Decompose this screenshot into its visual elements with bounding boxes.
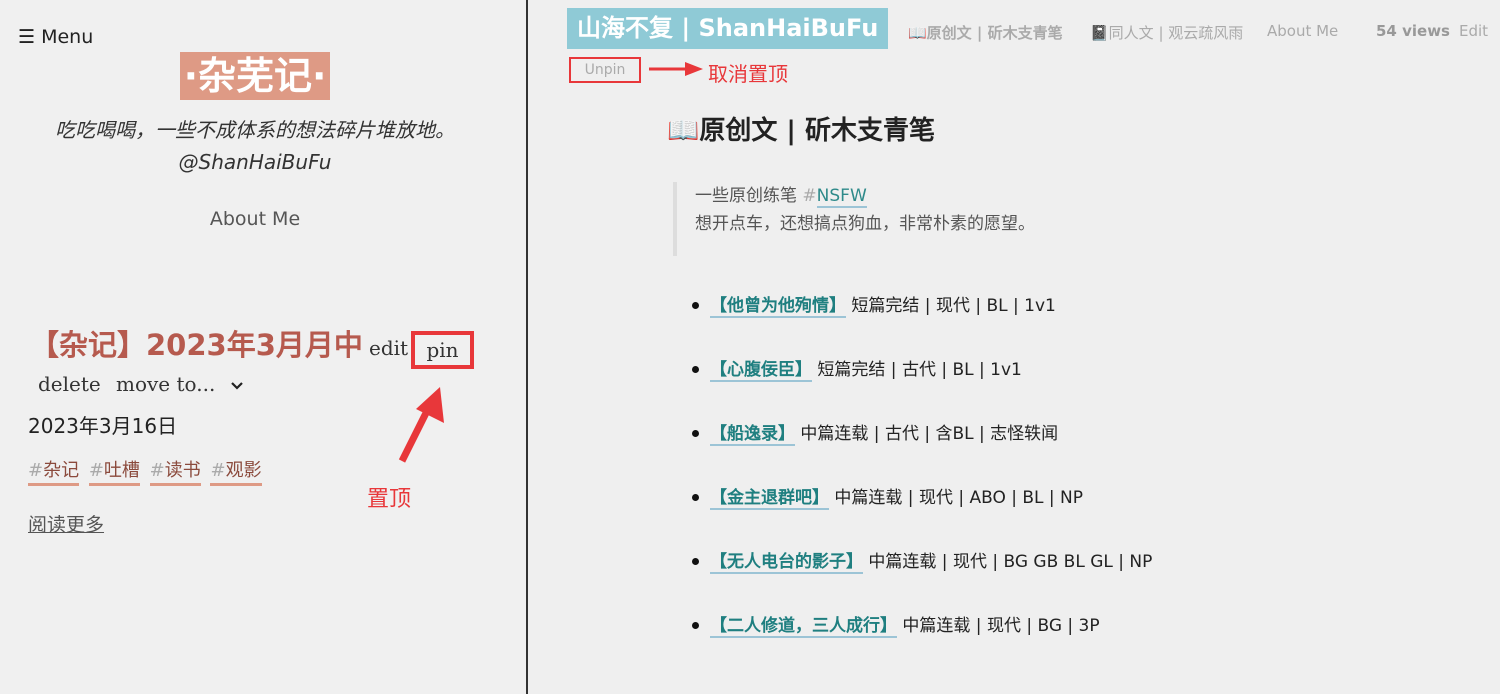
story-link[interactable]: 【船逸录】	[710, 424, 795, 446]
left-panel: ☰ Menu ·杂芜记· 吃吃喝喝，一些不成体系的想法碎片堆放地。 @ShanH…	[0, 0, 528, 694]
post-title[interactable]: 【杂记】2023年3月月中	[30, 322, 363, 364]
story-meta: 中篇连载 | 古代 | 含BL | 志怪轶闻	[800, 424, 1059, 444]
quote-line-1: 一些原创练笔 #NSFW	[695, 186, 867, 208]
nav-original[interactable]: 📖原创文 | 斫木支青笔	[908, 22, 1063, 43]
story-meta: 中篇连载 | 现代 | BG | 3P	[902, 616, 1100, 636]
story-meta: 短篇完结 | 古代 | BL | 1v1	[817, 360, 1022, 380]
site-title-wrap: ·杂芜记·	[0, 52, 510, 100]
story-meta: 短篇完结 | 现代 | BL | 1v1	[851, 296, 1056, 316]
site-title[interactable]: ·杂芜记·	[179, 52, 331, 100]
edit-link[interactable]: Edit	[1459, 22, 1488, 40]
list-item: 【船逸录】 中篇连载 | 古代 | 含BL | 志怪轶闻	[690, 414, 1152, 478]
story-meta: 中篇连载 | 现代 | ABO | BL | NP	[834, 488, 1084, 508]
story-link[interactable]: 【金主退群吧】	[710, 488, 829, 510]
list-item: 【他曾为他殉情】 短篇完结 | 现代 | BL | 1v1	[690, 286, 1152, 350]
tagline-handle: @ShanHaiBuFu	[178, 150, 332, 174]
list-item: 【金主退群吧】 中篇连载 | 现代 | ABO | BL | NP	[690, 478, 1152, 542]
tag-item[interactable]: #杂记	[28, 459, 80, 486]
chevron-down-icon	[230, 381, 243, 390]
story-link[interactable]: 【他曾为他殉情】	[710, 296, 846, 318]
tag-item[interactable]: #观影	[210, 459, 262, 486]
tag-item[interactable]: #吐槽	[88, 459, 140, 486]
tagline-text: 吃吃喝喝，一些不成体系的想法碎片堆放地。	[55, 118, 455, 142]
tag-link[interactable]: NSFW	[816, 186, 867, 208]
annotation-pin: 置顶	[367, 487, 412, 512]
post-date: 2023年3月16日	[28, 414, 178, 438]
list-item: 【无人电台的影子】 中篇连载 | 现代 | BG GB BL GL | NP	[690, 542, 1152, 606]
edit-link[interactable]: edit	[369, 336, 408, 360]
tag-item[interactable]: #读书	[149, 459, 201, 486]
list-item: 【二人修道，三人成行】 中篇连载 | 现代 | BG | 3P	[690, 606, 1152, 670]
story-link[interactable]: 【二人修道，三人成行】	[710, 616, 897, 638]
page-title: 📖原创文 | 斫木支青笔	[667, 116, 935, 146]
move-to-label: move to...	[116, 372, 216, 396]
nav-fanfic[interactable]: 📓同人文 | 观云疏风雨	[1090, 22, 1243, 43]
story-link[interactable]: 【心腹佞臣】	[710, 360, 812, 382]
post-tags: #杂记 #吐槽 #读书 #观影	[28, 459, 266, 486]
view-count: 54 views	[1376, 22, 1450, 40]
read-more-link[interactable]: 阅读更多	[28, 510, 104, 537]
menu-button[interactable]: ☰ Menu	[18, 26, 93, 48]
arrow-icon	[649, 62, 703, 76]
pin-link[interactable]: pin	[411, 331, 474, 369]
blockquote: 一些原创练笔 #NSFW 想开点车，还想搞点狗血，非常朴素的愿望。	[673, 182, 1153, 256]
nav-about[interactable]: About Me	[1267, 22, 1338, 40]
story-link[interactable]: 【无人电台的影子】	[710, 552, 863, 574]
delete-link[interactable]: delete	[38, 372, 101, 396]
arrow-icon	[398, 387, 444, 463]
story-list: 【他曾为他殉情】 短篇完结 | 现代 | BL | 1v1 【心腹佞臣】 短篇完…	[690, 286, 1152, 670]
annotation-unpin: 取消置顶	[708, 62, 788, 86]
tagline: 吃吃喝喝，一些不成体系的想法碎片堆放地。 @ShanHaiBuFu	[0, 114, 510, 178]
move-to-dropdown[interactable]: move to...	[116, 372, 244, 396]
story-meta: 中篇连载 | 现代 | BG GB BL GL | NP	[868, 552, 1153, 572]
unpin-button[interactable]: Unpin	[569, 57, 641, 83]
list-item: 【心腹佞臣】 短篇完结 | 古代 | BL | 1v1	[690, 350, 1152, 414]
right-panel: 山海不复 | ShanHaiBuFu 📖原创文 | 斫木支青笔 📓同人文 | 观…	[530, 0, 1500, 694]
about-link[interactable]: About Me	[0, 208, 510, 230]
brand-title[interactable]: 山海不复 | ShanHaiBuFu	[567, 8, 889, 49]
quote-line-2: 想开点车，还想搞点狗血，非常朴素的愿望。	[695, 214, 1035, 234]
